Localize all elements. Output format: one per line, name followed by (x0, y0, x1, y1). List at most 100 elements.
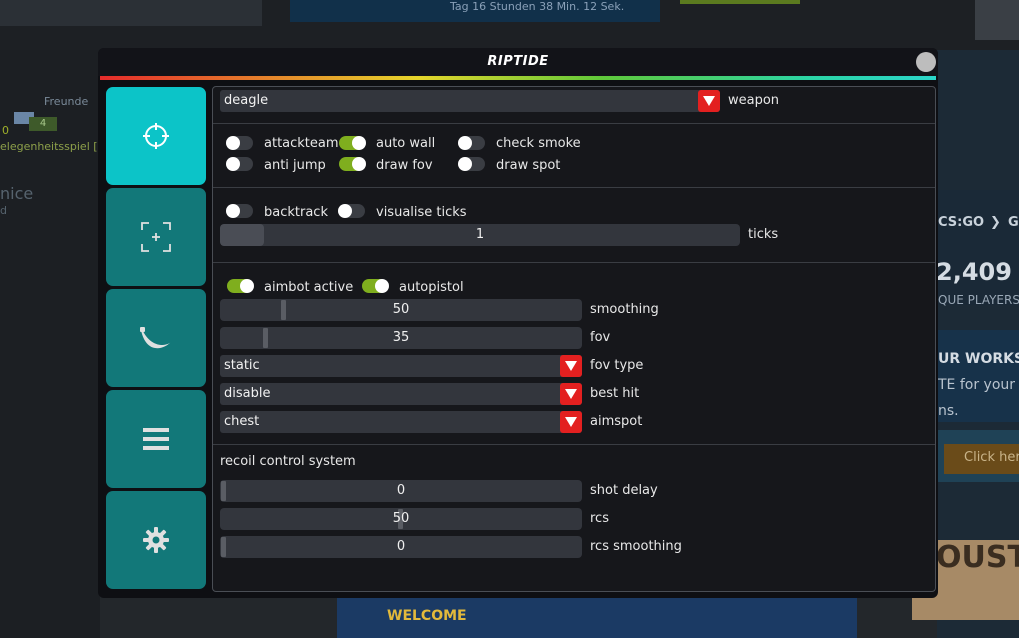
knife-icon (140, 327, 171, 349)
anti-jump-label: anti jump (264, 158, 326, 173)
dropdown-arrow-icon (560, 355, 582, 377)
auto-wall-label: auto wall (376, 136, 436, 151)
draw-fov-label: draw fov (376, 158, 433, 173)
rcs-smoothing-slider[interactable]: 0 (220, 536, 582, 558)
rcs-section-title: recoil control system (220, 454, 356, 469)
background-click-button: Click her (944, 444, 1019, 474)
best-hit-label: best hit (590, 386, 640, 401)
weapon-dropdown[interactable]: deagle (220, 90, 720, 112)
autopistol-label: autopistol (399, 280, 464, 295)
toggle-knob (458, 136, 472, 150)
shot-delay-slider-value: 0 (396, 483, 406, 498)
background-timer-text: Tag 16 Stunden 38 Min. 12 Sek. (450, 0, 625, 13)
check-smoke-toggle[interactable] (458, 136, 485, 150)
divider (213, 187, 935, 188)
backtrack-label: backtrack (264, 205, 328, 220)
rcs-smoothing-label: rcs smoothing (590, 539, 682, 554)
background-csgo-label: CS:GO (938, 215, 985, 230)
background-left-line: nice (0, 184, 34, 203)
background-left-line: d (0, 204, 7, 217)
background-click-text: Click her (964, 450, 1019, 465)
toggle-knob (352, 136, 366, 150)
autopistol-toggle[interactable] (362, 279, 389, 293)
draw-fov-toggle[interactable] (339, 157, 366, 171)
title-bar[interactable]: RIPTIDE (98, 48, 938, 76)
rcs-slider[interactable]: 50 (220, 508, 582, 530)
background-top-panel (0, 0, 262, 26)
ticks-slider[interactable]: 1 (220, 224, 740, 246)
riptide-window: RIPTIDE deagle weapon attackteam auto wa… (98, 48, 938, 598)
tab-settings[interactable] (106, 491, 206, 589)
smoothing-label: smoothing (590, 302, 659, 317)
aimbot-active-toggle[interactable] (227, 279, 254, 293)
rcs-smoothing-slider-value: 0 (396, 539, 406, 554)
ticks-slider-value: 1 (475, 227, 485, 242)
fov-type-dropdown[interactable]: static (220, 355, 582, 377)
auto-wall-toggle[interactable] (339, 136, 366, 150)
background-players-label: QUE PLAYERS (938, 293, 1019, 307)
toggle-knob (375, 279, 389, 293)
divider (213, 123, 935, 124)
toggle-knob (226, 136, 240, 150)
rcs-label: rcs (590, 511, 609, 526)
background-left-line: 0 (2, 124, 9, 137)
draw-spot-toggle[interactable] (458, 157, 485, 171)
background-timer-panel: Tag 16 Stunden 38 Min. 12 Sek. (290, 0, 660, 22)
smoothing-slider-value: 50 (392, 302, 410, 317)
check-smoke-label: check smoke (496, 136, 581, 151)
background-houston-text: OUST (936, 540, 1019, 575)
ticks-label: ticks (748, 227, 779, 242)
tab-skins[interactable] (106, 289, 206, 387)
aimspot-dropdown[interactable]: chest (220, 411, 582, 433)
weapon-dropdown-value: deagle (224, 93, 269, 108)
background-left-line: elegenheitsspiel [ (0, 140, 98, 153)
visualise-ticks-toggle[interactable] (338, 204, 365, 218)
best-hit-dropdown[interactable]: disable (220, 383, 582, 405)
close-button[interactable] (916, 52, 936, 72)
background-bottom-banner: WELCOME (337, 598, 857, 638)
menu-icon (143, 428, 169, 450)
tab-aimbot[interactable] (106, 87, 206, 185)
aimspot-label: aimspot (590, 414, 643, 429)
smoothing-slider[interactable]: 50 (220, 299, 582, 321)
focus-frame-icon (141, 222, 171, 252)
background-top-accent (680, 0, 800, 4)
gear-icon (143, 527, 169, 553)
background-workshop-line: TE for your t (938, 377, 1019, 393)
tab-misc[interactable] (106, 390, 206, 488)
toggle-knob (226, 157, 240, 171)
toggle-knob (240, 279, 254, 293)
divider (213, 262, 935, 263)
chevron-right-icon: ❯ (990, 215, 1001, 230)
fov-type-label: fov type (590, 358, 644, 373)
backtrack-toggle[interactable] (226, 204, 253, 218)
divider (213, 444, 935, 445)
tab-visuals[interactable] (106, 188, 206, 286)
window-title: RIPTIDE (487, 54, 549, 69)
attackteam-label: attackteam (264, 136, 339, 151)
background-left-panel: 4 Freunde 0 elegenheitsspiel [ nice d (0, 50, 100, 638)
visualise-ticks-label: visualise ticks (376, 205, 467, 220)
settings-panel: deagle weapon attackteam auto wall check… (212, 86, 936, 592)
fov-label: fov (590, 330, 611, 345)
rcs-slider-value: 50 (392, 511, 410, 526)
dropdown-arrow-icon (560, 411, 582, 433)
fov-slider[interactable]: 35 (220, 327, 582, 349)
draw-spot-label: draw spot (496, 158, 561, 173)
rainbow-bar (100, 76, 936, 80)
crosshair-icon (143, 123, 169, 149)
anti-jump-toggle[interactable] (226, 157, 253, 171)
attackteam-toggle[interactable] (226, 136, 253, 150)
aimspot-dropdown-value: chest (224, 414, 260, 429)
background-friends-label: Freunde (44, 95, 89, 108)
dropdown-arrow-icon (560, 383, 582, 405)
shot-delay-slider[interactable]: 0 (220, 480, 582, 502)
sidebar (106, 87, 206, 592)
toggle-knob (352, 157, 366, 171)
background-players-count: 2,409 (936, 258, 1012, 286)
fov-slider-value: 35 (392, 330, 410, 345)
toggle-knob (458, 157, 472, 171)
dropdown-arrow-icon (698, 90, 720, 112)
toggle-knob (338, 204, 352, 218)
toggle-knob (226, 204, 240, 218)
